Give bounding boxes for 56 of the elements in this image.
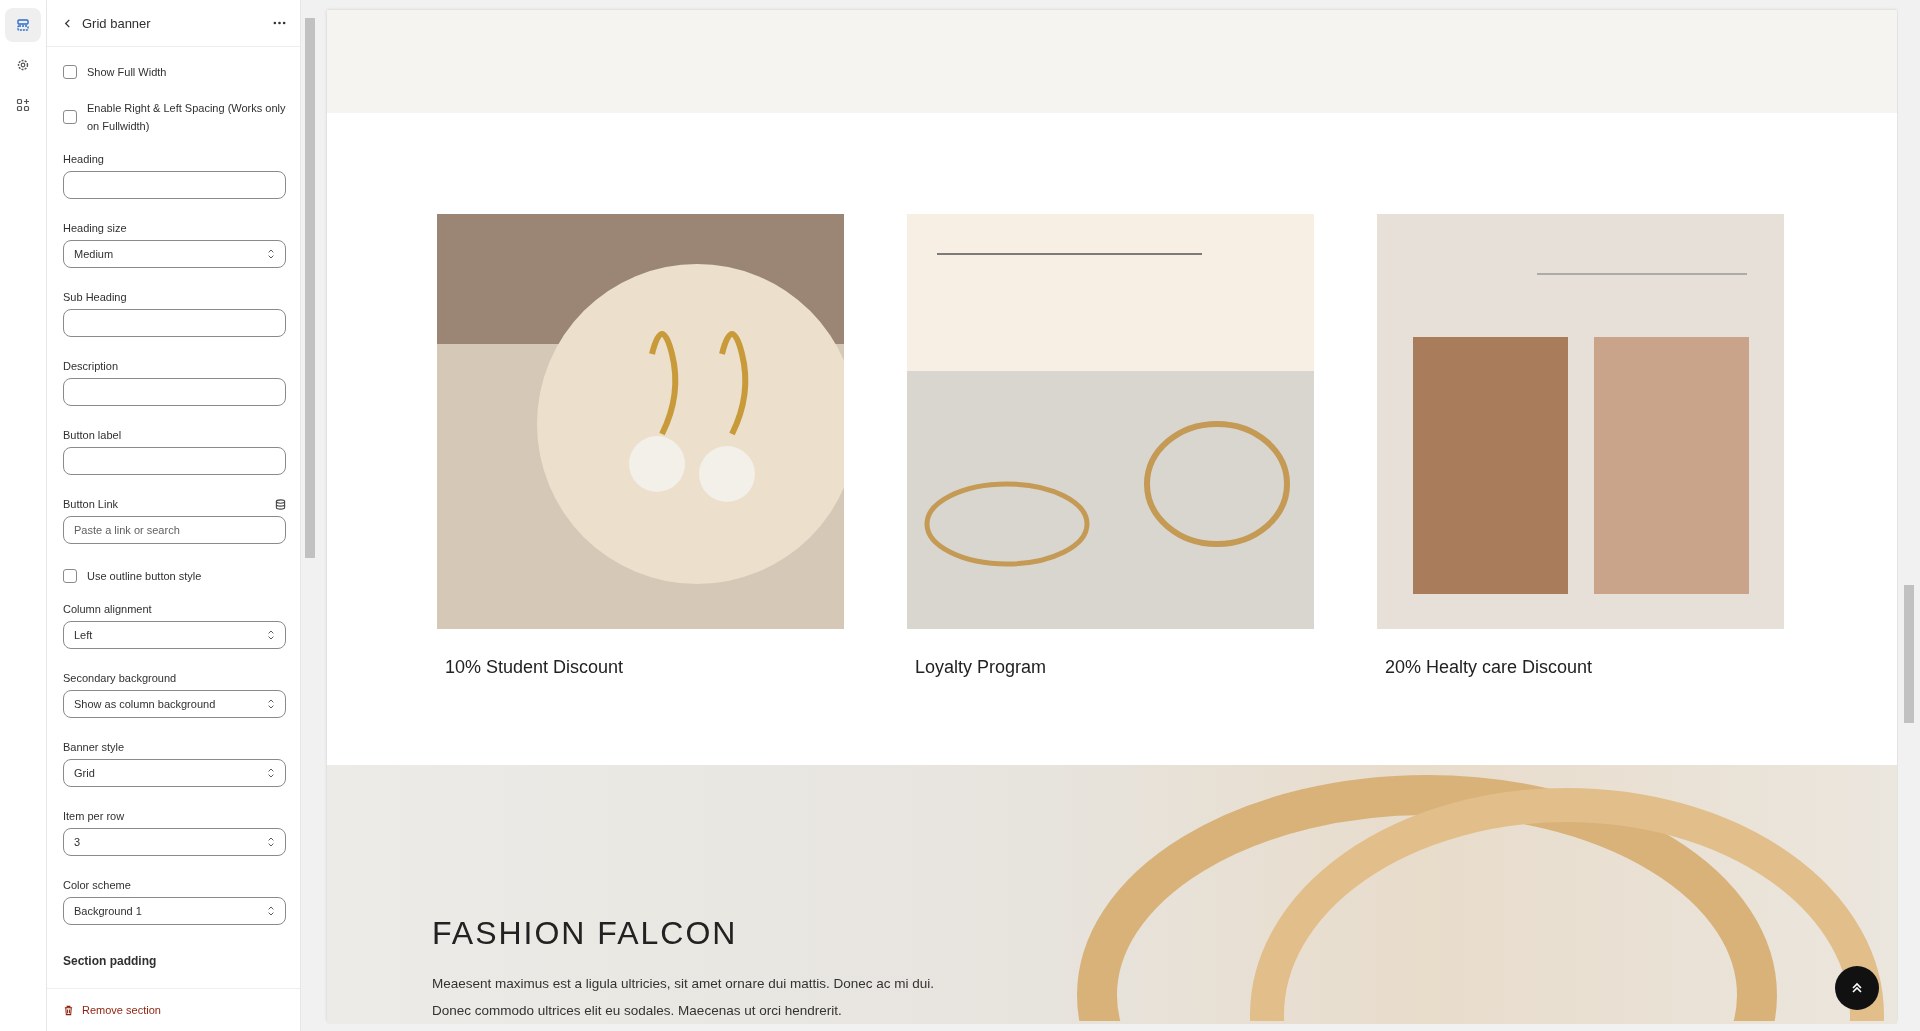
select-field[interactable]: Show as column background bbox=[63, 690, 286, 718]
checkbox-label: Enable Right & Left Spacing (Works only on Fullwidth) bbox=[87, 101, 286, 134]
field-label: Heading size bbox=[63, 222, 127, 234]
chevron-updown-icon bbox=[267, 629, 275, 641]
trash-icon bbox=[63, 1004, 74, 1016]
field-label: Button Link bbox=[63, 498, 119, 510]
rail-button[interactable] bbox=[5, 8, 41, 42]
link-field[interactable]: Paste a link or search bbox=[63, 516, 286, 544]
database-icon[interactable] bbox=[275, 498, 286, 510]
sections-icon bbox=[16, 18, 30, 32]
checkbox-label: Show Full Width bbox=[87, 65, 167, 80]
field-label: Button label bbox=[63, 429, 122, 441]
chevron-updown-icon bbox=[267, 767, 275, 779]
field-label: Sub Heading bbox=[63, 291, 127, 303]
input-field[interactable] bbox=[63, 378, 286, 406]
panel-title: Grid banner bbox=[82, 15, 152, 31]
scrollbar-thumb[interactable] bbox=[305, 18, 315, 558]
field-label: Column alignment bbox=[63, 603, 152, 615]
select-field[interactable]: 3 bbox=[63, 828, 286, 856]
checkbox[interactable] bbox=[63, 569, 77, 583]
select-field[interactable]: Grid bbox=[63, 759, 286, 787]
banner-caption: Loyalty Program bbox=[915, 657, 1048, 678]
scrollbar-thumb[interactable] bbox=[1904, 585, 1914, 723]
banner-caption: 20% Healty care Discount bbox=[1385, 657, 1594, 678]
scroll-top-button[interactable] bbox=[1835, 966, 1879, 1010]
hero-title: FASHION FALCON bbox=[432, 915, 739, 952]
field-label: Description bbox=[63, 360, 119, 372]
input-field[interactable] bbox=[63, 309, 286, 337]
settings-icon bbox=[16, 58, 30, 72]
chevron-updown-icon bbox=[267, 905, 275, 917]
field-label: Color scheme bbox=[63, 879, 131, 891]
chevron-updown-icon bbox=[267, 836, 275, 848]
double-chevron-up-icon bbox=[1851, 982, 1863, 994]
field-label: Banner style bbox=[63, 741, 125, 753]
back-icon bbox=[63, 18, 72, 28]
remove-section-button[interactable]: Remove section bbox=[63, 1004, 161, 1016]
field-label: Secondary background bbox=[63, 672, 177, 684]
chevron-updown-icon bbox=[267, 698, 275, 710]
checkbox[interactable] bbox=[63, 110, 77, 124]
field-label: Heading bbox=[63, 153, 104, 165]
more-icon bbox=[273, 21, 286, 25]
chevron-updown-icon bbox=[267, 248, 275, 260]
back-button[interactable] bbox=[63, 18, 72, 28]
select-field[interactable]: Background 1 bbox=[63, 897, 286, 925]
banner-caption: 10% Student Discount bbox=[445, 657, 625, 678]
select-field[interactable]: Medium bbox=[63, 240, 286, 268]
more-button[interactable] bbox=[273, 21, 286, 25]
checkbox[interactable] bbox=[63, 65, 77, 79]
select-field[interactable]: Left bbox=[63, 621, 286, 649]
input-field[interactable] bbox=[63, 171, 286, 199]
field-label: Item per row bbox=[63, 810, 125, 822]
input-field[interactable] bbox=[63, 447, 286, 475]
section-heading: Section padding bbox=[63, 954, 158, 968]
hero-text: Meaesent maximus est a ligula ultricies, sit amet ornare dui mattis. Donec ac mi dui. Donec commodo ultrices elit eu sodales. Maecenas ut orci hendrerit. bbox=[432, 975, 934, 1020]
apps-icon bbox=[16, 98, 30, 112]
checkbox-label: Use outline button style bbox=[87, 569, 202, 584]
